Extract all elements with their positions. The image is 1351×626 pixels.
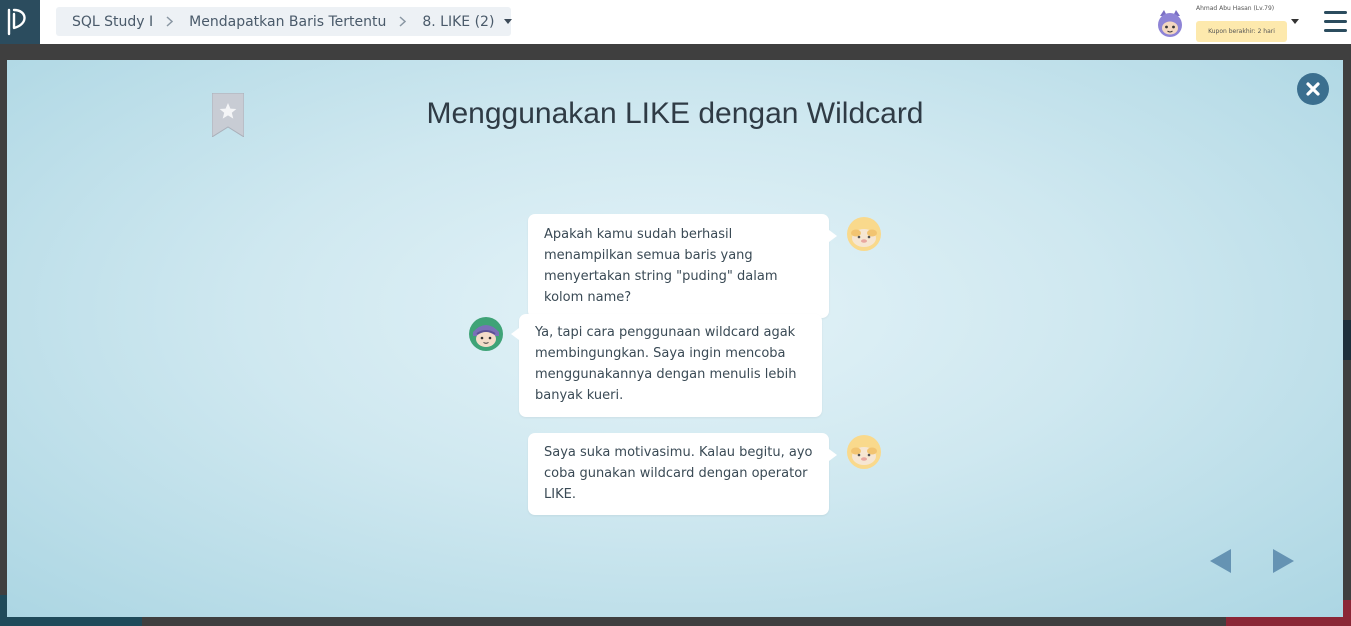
breadcrumb-chapter[interactable]: Mendapatkan Baris Tertentu [173,14,386,30]
teacher-avatar [847,435,881,469]
chat-bubble-teacher: Apakah kamu sudah berhasil menampilkan s… [528,214,837,318]
logo-link[interactable] [0,0,40,44]
chevron-down-icon[interactable] [504,19,513,24]
chevron-right-icon [153,16,174,27]
breadcrumb: SQL Study I Mendapatkan Baris Tertentu 8… [56,7,513,36]
slide-modal: Menggunakan LIKE dengan Wildcard Apakah … [7,60,1343,617]
coupon-badge: Kupon berakhir: 2 hari [1196,21,1287,42]
next-slide-button[interactable] [1271,548,1295,574]
student-avatar [469,317,503,351]
top-bar: SQL Study I Mendapatkan Baris Tertentu 8… [0,0,1351,44]
close-button[interactable] [1297,73,1329,105]
message-text: Ya, tapi cara penggunaan wildcard agak m… [535,325,797,403]
message-text: Apakah kamu sudah berhasil menampilkan s… [544,227,778,305]
progate-logo-icon [7,8,26,36]
user-avatar[interactable] [1154,8,1186,40]
breadcrumb-lesson[interactable]: 8. LIKE (2) [406,14,494,30]
background-panel-side [1343,320,1351,360]
teacher-avatar [847,217,881,251]
previous-slide-button[interactable] [1209,548,1233,574]
breadcrumb-course[interactable]: SQL Study I [56,14,153,30]
hamburger-menu-icon[interactable] [1324,11,1347,32]
close-x-icon [1306,82,1320,96]
slide-title: Menggunakan LIKE dengan Wildcard [426,97,924,130]
chat-bubble-teacher: Saya suka motivasimu. Kalau begitu, ayo … [528,433,837,515]
chat-bubble-student: Ya, tapi cara penggunaan wildcard agak m… [511,314,822,417]
user-menu-chevron-icon[interactable] [1291,19,1299,24]
chevron-right-icon [386,16,407,27]
message-text: Saya suka motivasimu. Kalau begitu, ayo … [544,445,813,502]
user-name: Ahmad Abu Hasan (Lv.79) [1196,5,1275,12]
